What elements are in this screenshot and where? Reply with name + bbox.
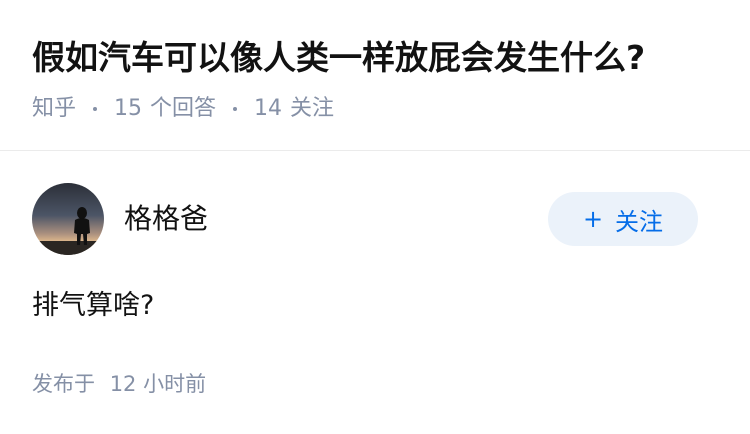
question-header: 假如汽车可以像人类一样放屁会发生什么? 知乎 15 个回答 14 关注 <box>32 34 722 124</box>
avatar[interactable] <box>32 183 104 255</box>
follower-count: 14 <box>254 96 283 121</box>
time-value: 12 小时前 <box>109 372 207 396</box>
answer-count: 15 <box>114 96 143 121</box>
separator-dot <box>233 107 238 111</box>
separator-dot <box>93 107 98 111</box>
silhouette-avatar-icon <box>32 183 104 255</box>
follow-button-label: 关注 <box>615 207 664 236</box>
author-row: 格格爸 + 关注 <box>32 183 698 255</box>
answer-content[interactable]: 排气算啥? <box>32 286 154 326</box>
question-meta: 知乎 15 个回答 14 关注 <box>32 94 722 124</box>
answer-time: 发布于 12 小时前 <box>32 369 206 399</box>
follower-count-label: 关注 <box>290 96 335 121</box>
follow-button[interactable]: + 关注 <box>548 192 698 246</box>
plus-icon: + <box>582 205 604 233</box>
author-name[interactable]: 格格爸 <box>124 201 208 237</box>
time-prefix: 发布于 <box>32 372 95 396</box>
question-title[interactable]: 假如汽车可以像人类一样放屁会发生什么? <box>32 34 722 82</box>
source-label[interactable]: 知乎 <box>32 94 76 124</box>
answer-count-label: 个回答 <box>150 96 217 121</box>
divider <box>0 150 750 151</box>
